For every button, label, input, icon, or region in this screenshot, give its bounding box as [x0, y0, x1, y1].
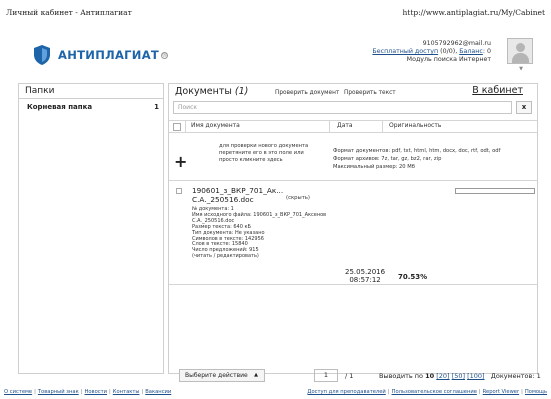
user-email: 9105792962@mail.ru: [422, 40, 491, 47]
logo[interactable]: АНТИПЛАГИАТ ®: [32, 44, 169, 66]
action-select[interactable]: Выберите действие ▲: [179, 369, 265, 382]
divider: [169, 284, 537, 285]
user-info: 9105792962@mail.ru Бесплатный доступ (0/…: [372, 40, 491, 63]
folders-panel: Папки Корневая папка 1: [18, 83, 164, 374]
folders-title: Папки: [19, 84, 163, 99]
logo-text: АНТИПЛАГИАТ: [58, 48, 160, 62]
document-date: 25.05.2016 08:57:12: [345, 268, 386, 284]
column-originality[interactable]: Оригинальность: [389, 120, 441, 133]
footer-link-agreement[interactable]: Пользовательское соглашение: [392, 389, 477, 395]
document-details: № документа: 1 Имя исходного файла: 1906…: [192, 206, 392, 260]
add-document-icon[interactable]: +: [174, 152, 187, 171]
folder-label: Корневая папка: [27, 103, 93, 111]
check-text-link[interactable]: Проверить текст: [344, 90, 396, 96]
footer-link-news[interactable]: Новости: [84, 389, 107, 395]
select-all-checkbox[interactable]: [173, 123, 181, 131]
documents-count-label: Документов: 1: [490, 372, 541, 380]
balance-value: : 0: [482, 48, 491, 55]
footer-link-report-viewer[interactable]: Report Viewer: [483, 389, 519, 395]
document-formats: Формат документов: pdf, txt, html, htm, …: [333, 148, 501, 154]
footer-links-right: Доступ для преподавателей | Пользовательск…: [307, 389, 547, 395]
per-page-option-50[interactable]: [50]: [452, 372, 465, 380]
clear-search-button[interactable]: x: [516, 101, 532, 114]
footer-link-vacancies[interactable]: Вакансии: [145, 389, 171, 395]
page-total: / 1: [345, 372, 354, 380]
per-page-controls: Выводить по 10 [20] [50] [100] Документо…: [379, 372, 541, 380]
search-input[interactable]: Поиск: [173, 101, 512, 114]
originality-value[interactable]: 70.53%: [398, 273, 427, 281]
balance-link[interactable]: Баланс: [459, 48, 483, 55]
footer-link-about[interactable]: О системе: [4, 389, 32, 395]
folder-item-root[interactable]: Корневая папка 1: [27, 103, 159, 111]
per-page-option-10[interactable]: 10: [425, 372, 434, 380]
folder-count: 1: [154, 103, 159, 111]
per-page-option-100[interactable]: [100]: [467, 372, 484, 380]
divider: [169, 180, 537, 181]
documents-panel: Документы (1) Проверить документ Провери…: [168, 83, 541, 382]
to-cabinet-link[interactable]: В кабинет: [472, 85, 523, 96]
column-divider: [329, 120, 330, 133]
search-module: Модуль поиска Интернет: [406, 56, 491, 63]
max-size: Максимальный размер: 20 Мб: [333, 164, 415, 170]
column-name[interactable]: Имя документа: [191, 120, 240, 133]
shield-icon: [34, 45, 50, 65]
footer-links-left: О системе | Товарный знак | Новости | Контакты…: [4, 389, 172, 395]
supported-formats: Формат документов: pdf, txt, html, htm, …: [333, 147, 500, 171]
check-document-link[interactable]: Проверить документ: [275, 90, 339, 96]
chevron-down-icon: ▲: [254, 372, 258, 378]
footer-link-contacts[interactable]: Контакты: [113, 389, 140, 395]
document-checkbox[interactable]: [176, 188, 182, 194]
footer-link-trademark[interactable]: Товарный знак: [38, 389, 79, 395]
free-access-count: (0/0): [440, 48, 456, 55]
avatar[interactable]: [507, 38, 533, 64]
read-edit-link[interactable]: (читать / редактировать): [192, 253, 392, 260]
upload-hint[interactable]: для проверки нового документа перетяните…: [219, 143, 319, 164]
print-page-url: http://www.antiplagiat.ru/My/Cabinet: [402, 8, 545, 17]
column-divider: [382, 120, 383, 133]
print-page-title: Личный кабинет - Антиплагиат: [6, 8, 132, 17]
archive-formats: Формат архивов: 7z, tar, gz, bz2, rar, z…: [333, 156, 442, 162]
column-divider: [185, 120, 186, 133]
user-silhouette-body: [512, 53, 529, 63]
per-page-option-20[interactable]: [20]: [436, 372, 449, 380]
user-silhouette-icon: [516, 43, 525, 52]
documents-title: Документы (1): [175, 86, 249, 97]
registered-mark: ®: [161, 51, 169, 59]
hide-details-link[interactable]: (скрыть): [286, 195, 310, 201]
footer-link-help[interactable]: Помощь: [525, 389, 547, 395]
chevron-down-icon[interactable]: ▼: [519, 66, 523, 72]
documents-count: (1): [234, 86, 249, 97]
free-access-link[interactable]: Бесплатный доступ: [372, 48, 438, 55]
column-date[interactable]: Дата: [337, 120, 353, 133]
check-progress-bar: [455, 188, 535, 194]
page-number-input[interactable]: 1: [314, 369, 338, 382]
footer-link-teachers[interactable]: Доступ для преподавателей: [307, 389, 385, 395]
